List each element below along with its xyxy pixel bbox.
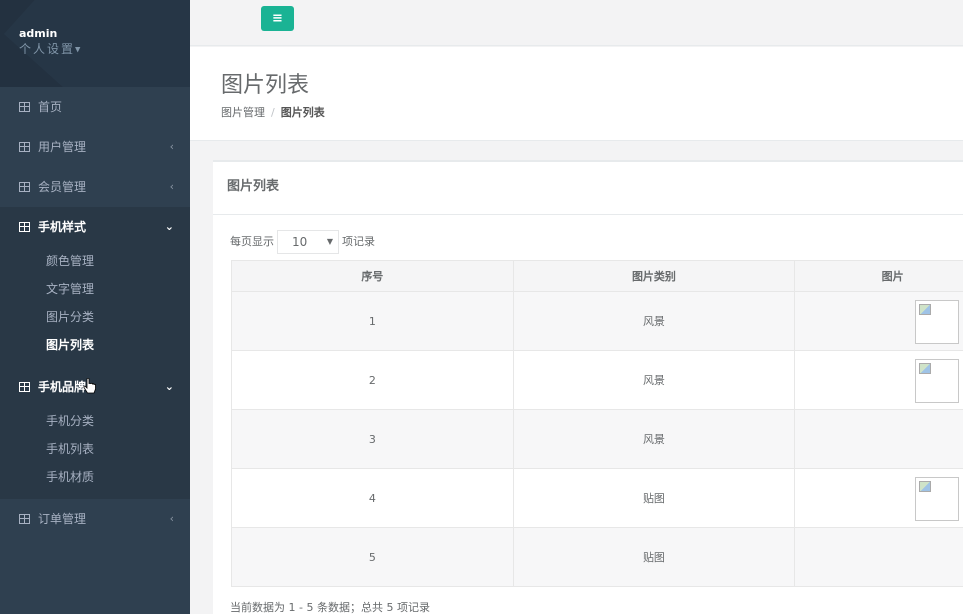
table-row: 3 风景	[231, 409, 963, 469]
table-row: 1 风景	[231, 291, 963, 351]
sidebar-item-image-category[interactable]: 图片分类	[0, 303, 190, 331]
dropdown-arrow-icon: ▼	[326, 237, 333, 246]
username: admin	[19, 27, 58, 40]
nav-member-management-label: 会员管理	[38, 180, 87, 194]
sidebar-item-image-list[interactable]: 图片列表	[0, 331, 190, 359]
broken-image-icon	[915, 300, 960, 344]
image-table: 序号 图片类别 图片 1 风景 2 风景 3 风景 4 贴图 5 贴图	[231, 260, 963, 587]
sidebar-item-text[interactable]: 文字管理	[0, 275, 190, 303]
page-title: 图片列表	[221, 73, 310, 98]
nav-phone-style[interactable]: 手机样式 ⌄	[0, 207, 190, 247]
cell-category: 风景	[512, 409, 796, 469]
table-header-row: 序号 图片类别 图片	[231, 260, 963, 292]
breadcrumb: 图片管理 / 图片列表	[221, 104, 963, 120]
cell-id: 1	[231, 291, 514, 351]
cell-id: 5	[231, 527, 514, 587]
nav-group-phone-style: 手机样式 ⌄ 颜色管理 文字管理 图片分类 图片列表	[0, 207, 190, 367]
nav-user-management[interactable]: 用户管理 ‹	[0, 127, 190, 167]
profile-block: admin 个人设置▼	[0, 0, 190, 87]
content-panel: 图片列表 每页显示 10 ▼ 项记录 序号 图片类别 图片 1 风景 2 风景 3	[213, 160, 963, 614]
nav-home-label: 首页	[38, 100, 63, 114]
profile-settings-label: 个人设置	[19, 42, 76, 56]
page-heading: 图片列表 图片管理 / 图片列表	[190, 47, 963, 141]
page-length-value: 10	[292, 235, 308, 249]
length-suffix: 项记录	[342, 235, 375, 248]
nav-home[interactable]: 首页	[0, 87, 190, 127]
nav-order-management-label: 订单管理	[38, 512, 87, 526]
chevron-down-icon: ⌄	[164, 220, 174, 233]
hand-cursor-icon	[83, 378, 96, 394]
grid-icon	[19, 382, 30, 392]
grid-icon	[19, 102, 30, 112]
cell-image	[794, 350, 963, 410]
cell-image	[794, 527, 963, 587]
table-info: 当前数据为 1 - 5 条数据；总共 5 项记录	[230, 601, 430, 614]
table-row: 2 风景	[231, 350, 963, 410]
cell-id: 4	[231, 468, 514, 528]
nav-phone-brand-label: 手机品牌	[38, 380, 87, 394]
grid-icon	[19, 142, 30, 152]
page-length-select[interactable]: 10 ▼	[277, 230, 339, 254]
hamburger-icon: ≡	[272, 11, 283, 26]
page-length-control: 每页显示 10 ▼ 项记录	[230, 230, 375, 254]
cell-category: 风景	[512, 291, 796, 351]
chevron-left-icon: ‹	[169, 512, 174, 525]
sidebar-item-phone-list[interactable]: 手机列表	[0, 435, 190, 463]
grid-icon	[19, 222, 30, 232]
cell-id: 3	[231, 409, 514, 469]
breadcrumb-separator: /	[271, 106, 275, 119]
column-header-category[interactable]: 图片类别	[512, 260, 796, 292]
breadcrumb-item[interactable]: 图片管理	[221, 106, 265, 119]
cell-category: 风景	[512, 350, 796, 410]
cell-image	[794, 468, 963, 528]
nav-member-management[interactable]: 会员管理 ‹	[0, 167, 190, 207]
cell-id: 2	[231, 350, 514, 410]
panel-title: 图片列表	[213, 162, 963, 215]
cell-image	[794, 409, 963, 469]
table-row: 5 贴图	[231, 527, 963, 587]
menu-toggle-button[interactable]: ≡	[261, 6, 294, 31]
broken-image-icon	[915, 477, 960, 521]
sidebar-item-phone-material[interactable]: 手机材质	[0, 463, 190, 491]
chevron-down-icon: ⌄	[164, 380, 174, 393]
column-header-id[interactable]: 序号	[231, 260, 514, 292]
chevron-left-icon: ‹	[169, 180, 174, 193]
sidebar: admin 个人设置▼ 首页 用户管理 ‹ 会员管理 ‹ 手机样式 ⌄ 颜色管理…	[0, 0, 190, 614]
broken-image-icon	[915, 359, 960, 403]
table-row: 4 贴图	[231, 468, 963, 528]
nav-phone-style-label: 手机样式	[38, 220, 87, 234]
length-prefix: 每页显示	[230, 235, 274, 248]
chevron-left-icon: ‹	[169, 140, 174, 153]
profile-settings-menu[interactable]: 个人设置▼	[19, 41, 190, 58]
column-header-image[interactable]: 图片	[794, 260, 963, 292]
breadcrumb-current: 图片列表	[280, 106, 325, 119]
sidebar-item-color[interactable]: 颜色管理	[0, 247, 190, 275]
nav-user-management-label: 用户管理	[38, 140, 87, 154]
grid-icon	[19, 182, 30, 192]
sidebar-item-phone-category[interactable]: 手机分类	[0, 407, 190, 435]
nav-order-management[interactable]: 订单管理 ‹	[0, 499, 190, 539]
top-navbar: ≡	[190, 0, 963, 46]
cell-image	[794, 291, 963, 351]
cell-category: 贴图	[512, 468, 796, 528]
caret-down-icon: ▼	[75, 45, 81, 54]
cell-category: 贴图	[512, 527, 796, 587]
grid-icon	[19, 514, 30, 524]
